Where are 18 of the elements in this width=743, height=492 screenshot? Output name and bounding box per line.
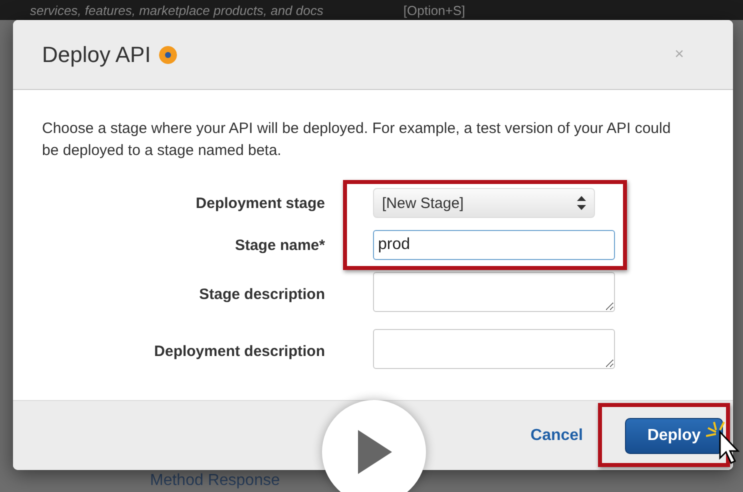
cursor-sparkle-icon: [706, 420, 740, 464]
section-title: Method Response: [150, 472, 280, 490]
description-text: Choose a stage where your API will be deployed. For example, a test version of your API could be deployed to a stage named beta.: [42, 119, 672, 161]
search-hint: services, features, marketplace products, and docs: [30, 2, 324, 18]
shortcut-text: [Option+S]: [403, 2, 466, 18]
field-label: Deployment description: [153, 343, 325, 360]
stage-select[interactable]: [New Stage]: [373, 188, 595, 218]
field-label: Stage description: [198, 286, 325, 303]
field-label: Deployment stage: [194, 194, 325, 212]
info-icon[interactable]: [158, 46, 177, 64]
stage-name-field[interactable]: prod: [373, 230, 615, 260]
field-label: Stage name*: [234, 236, 325, 254]
updown-arrows-icon: [577, 196, 586, 210]
cancel-link[interactable]: Cancel: [530, 426, 583, 444]
deploy-button[interactable]: Deploy: [625, 418, 723, 454]
description-field[interactable]: [373, 329, 615, 369]
dialog-title: Deploy API: [42, 42, 151, 68]
description-field[interactable]: [373, 272, 615, 312]
